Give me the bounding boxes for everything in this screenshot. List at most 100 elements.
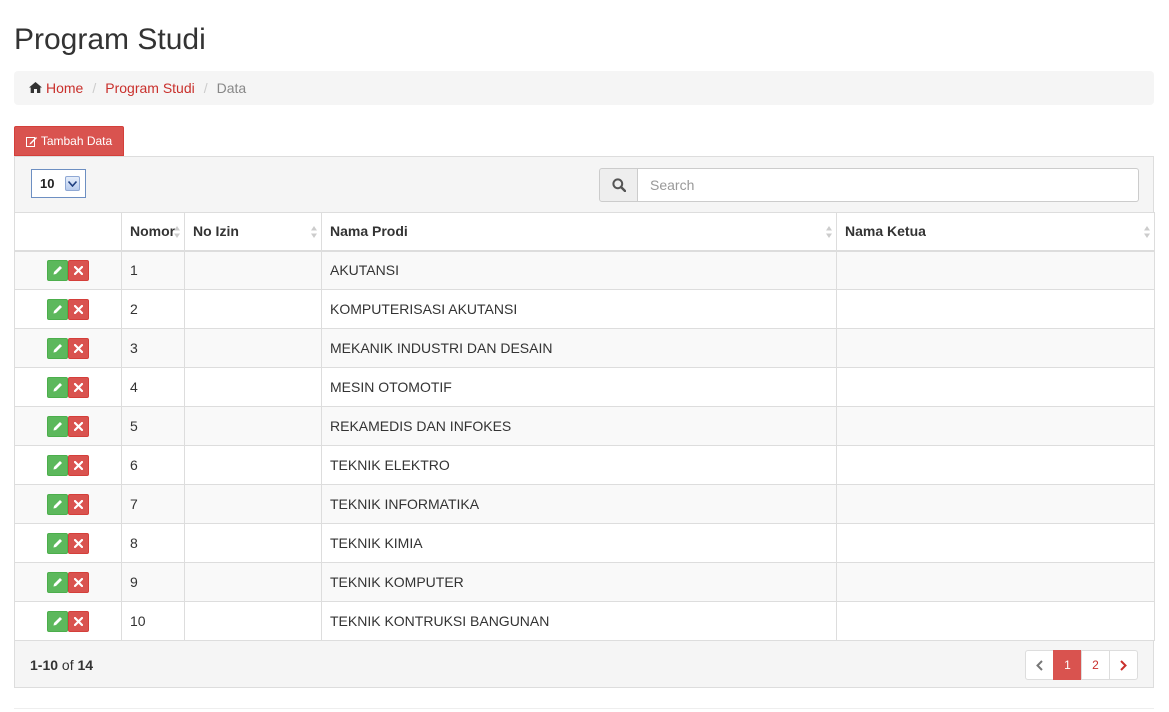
add-data-button[interactable]: Tambah Data bbox=[14, 126, 124, 156]
table-row: 1 AKUTANSI bbox=[14, 250, 1155, 290]
delete-button[interactable] bbox=[68, 376, 89, 398]
edit-icon bbox=[25, 136, 37, 147]
edit-button[interactable] bbox=[47, 298, 68, 320]
column-header-label: Nomor bbox=[130, 223, 176, 240]
breadcrumb-section[interactable]: Program Studi bbox=[105, 80, 194, 96]
record-of: of bbox=[61, 657, 74, 673]
cell-nama-ketua bbox=[836, 367, 1155, 407]
edit-button[interactable] bbox=[47, 376, 68, 398]
pencil-icon bbox=[53, 344, 62, 353]
page-button-1[interactable]: 1 bbox=[1053, 650, 1082, 680]
cell-no-izin bbox=[184, 601, 322, 641]
breadcrumb-home[interactable]: Home bbox=[29, 80, 83, 96]
cell-no-izin bbox=[184, 445, 322, 485]
cell-nama-prodi: TEKNIK ELEKTRO bbox=[321, 445, 837, 485]
edit-button[interactable] bbox=[47, 571, 68, 593]
cell-no-izin bbox=[184, 523, 322, 563]
pencil-icon bbox=[53, 383, 62, 392]
cell-nama-prodi: REKAMEDIS DAN INFOKES bbox=[321, 406, 837, 446]
page-button-2[interactable]: 2 bbox=[1081, 650, 1110, 680]
close-icon bbox=[74, 499, 83, 509]
cell-nama-ketua bbox=[836, 289, 1155, 329]
next-page-button[interactable] bbox=[1109, 650, 1138, 680]
close-icon bbox=[74, 577, 83, 587]
close-icon bbox=[74, 343, 83, 353]
cell-nomor: 2 bbox=[121, 289, 185, 329]
cell-nama-ketua bbox=[836, 250, 1155, 290]
edit-button[interactable] bbox=[47, 259, 68, 281]
sort-icon bbox=[311, 225, 317, 241]
search-group bbox=[599, 168, 1139, 202]
delete-button[interactable] bbox=[68, 454, 89, 476]
column-header-no-izin[interactable]: No Izin bbox=[184, 212, 322, 252]
edit-button[interactable] bbox=[47, 415, 68, 437]
pencil-icon bbox=[53, 578, 62, 587]
breadcrumb-separator: / bbox=[203, 80, 208, 96]
column-header-nomor[interactable]: Nomor bbox=[121, 212, 185, 252]
row-actions bbox=[14, 562, 122, 602]
delete-button[interactable] bbox=[68, 532, 89, 554]
edit-button[interactable] bbox=[47, 532, 68, 554]
edit-button[interactable] bbox=[47, 454, 68, 476]
column-header-label: No Izin bbox=[193, 223, 239, 240]
cell-nama-prodi: MESIN OTOMOTIF bbox=[321, 367, 837, 407]
delete-button[interactable] bbox=[68, 415, 89, 437]
close-icon bbox=[74, 382, 83, 392]
delete-button[interactable] bbox=[68, 337, 89, 359]
add-data-label: Tambah Data bbox=[40, 134, 113, 148]
cell-nama-ketua bbox=[836, 445, 1155, 485]
row-actions bbox=[14, 601, 122, 641]
row-actions bbox=[14, 406, 122, 446]
pencil-icon bbox=[53, 500, 62, 509]
page-title: Program Studi bbox=[14, 23, 206, 56]
close-icon bbox=[74, 538, 83, 548]
edit-button[interactable] bbox=[47, 337, 68, 359]
edit-button[interactable] bbox=[47, 610, 68, 632]
cell-nama-ketua bbox=[836, 484, 1155, 524]
pencil-icon bbox=[53, 266, 62, 275]
table-row: 7 TEKNIK INFORMATIKA bbox=[14, 484, 1155, 524]
cell-nomor: 8 bbox=[121, 523, 185, 563]
home-icon bbox=[29, 80, 42, 96]
table-header-row: Nomor No Izin Nama Prodi Nama Ketua bbox=[14, 212, 1155, 252]
delete-button[interactable] bbox=[68, 610, 89, 632]
column-header-label: Nama Ketua bbox=[845, 223, 926, 240]
pagination: 1 2 bbox=[1025, 650, 1138, 680]
data-panel: 10 Nomor No Izin bbox=[14, 156, 1155, 688]
divider bbox=[14, 708, 1154, 709]
edit-button[interactable] bbox=[47, 493, 68, 515]
cell-no-izin bbox=[184, 250, 322, 290]
close-icon bbox=[74, 265, 83, 275]
delete-button[interactable] bbox=[68, 298, 89, 320]
cell-nomor: 3 bbox=[121, 328, 185, 368]
sort-icon bbox=[826, 225, 832, 241]
close-icon bbox=[74, 304, 83, 314]
close-icon bbox=[74, 460, 83, 470]
chevron-right-icon bbox=[1120, 659, 1127, 671]
column-header-nama-ketua[interactable]: Nama Ketua bbox=[836, 212, 1155, 252]
column-header-actions bbox=[14, 212, 122, 252]
per-page-value: 10 bbox=[40, 176, 55, 191]
delete-button[interactable] bbox=[68, 571, 89, 593]
cell-nama-ketua bbox=[836, 523, 1155, 563]
delete-button[interactable] bbox=[68, 259, 89, 281]
previous-page-button[interactable] bbox=[1025, 650, 1054, 680]
search-icon[interactable] bbox=[599, 168, 638, 202]
table-toolbar: 10 bbox=[15, 157, 1153, 213]
table-row: 2 KOMPUTERISASI AKUTANSI bbox=[14, 289, 1155, 329]
cell-nama-prodi: AKUTANSI bbox=[321, 250, 837, 290]
column-header-nama-prodi[interactable]: Nama Prodi bbox=[321, 212, 837, 252]
cell-nomor: 10 bbox=[121, 601, 185, 641]
cell-nama-ketua bbox=[836, 328, 1155, 368]
cell-no-izin bbox=[184, 484, 322, 524]
table-row: 4 MESIN OTOMOTIF bbox=[14, 367, 1155, 407]
cell-nama-ketua bbox=[836, 406, 1155, 446]
row-actions bbox=[14, 367, 122, 407]
record-range: 1-10 bbox=[30, 657, 59, 673]
per-page-select[interactable]: 10 bbox=[31, 169, 86, 198]
delete-button[interactable] bbox=[68, 493, 89, 515]
cell-no-izin bbox=[184, 406, 322, 446]
breadcrumb-current: Data bbox=[216, 80, 247, 96]
sort-icon bbox=[174, 225, 180, 241]
search-input[interactable] bbox=[638, 168, 1139, 202]
